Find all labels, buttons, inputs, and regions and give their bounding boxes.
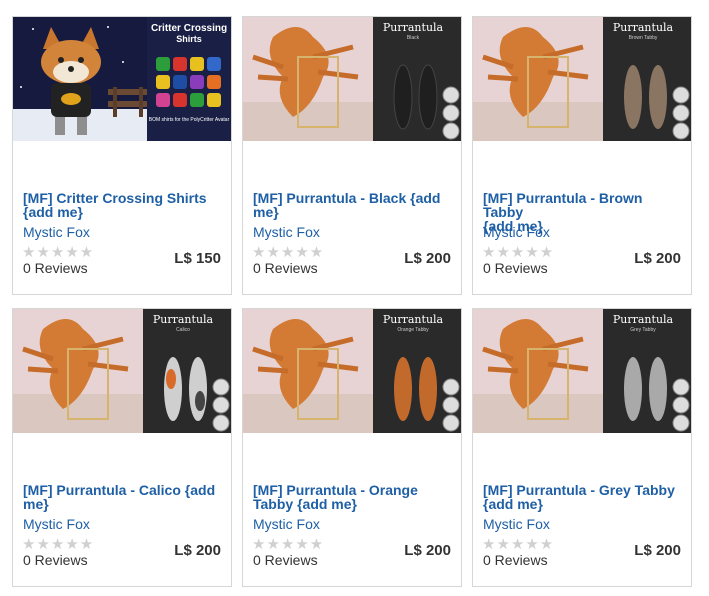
image-subtitle: Calico: [176, 327, 190, 333]
seller-link[interactable]: Mystic Fox: [253, 224, 320, 240]
image-title: Purrantula: [613, 21, 674, 34]
review-count: 0 Reviews: [23, 260, 88, 276]
image-title: Purrantula: [153, 313, 214, 326]
product-image[interactable]: Critter Crossing Shirts BOM shirts for t…: [13, 17, 231, 141]
rating-stars: ★★★★★: [22, 536, 95, 553]
product-image[interactable]: Purrantula Grey Tabby: [473, 309, 691, 433]
product-image[interactable]: Purrantula Black: [243, 17, 461, 141]
review-count: 0 Reviews: [483, 260, 548, 276]
review-count: 0 Reviews: [23, 552, 88, 568]
critter-crossing-art: Critter Crossing Shirts BOM shirts for t…: [13, 17, 231, 141]
product-card[interactable]: Purrantula Grey Tabby [MF] Purrantula - …: [472, 308, 692, 587]
image-title-2: Shirts: [176, 34, 202, 44]
seller-link[interactable]: Mystic Fox: [253, 516, 320, 532]
product-title[interactable]: [MF] Critter Crossing Shirts {add me}: [23, 191, 223, 219]
product-title[interactable]: [MF] Purrantula - Black {add me}: [253, 191, 453, 219]
price: L$ 200: [404, 250, 451, 267]
image-title: Purrantula: [613, 313, 674, 326]
product-card[interactable]: Purrantula Orange Tabby [MF] Purrantula …: [242, 308, 462, 587]
seller-link[interactable]: Mystic Fox: [23, 224, 90, 240]
seller-link[interactable]: Mystic Fox: [483, 224, 550, 240]
product-title[interactable]: [MF] Purrantula - Calico {add me}: [23, 483, 223, 511]
review-count: 0 Reviews: [253, 552, 318, 568]
image-note: BOM shirts for the PolyCritter Avatar: [149, 117, 230, 123]
purrantula-black-art: Purrantula Black: [243, 17, 461, 141]
image-subtitle: Black: [407, 35, 420, 41]
product-title[interactable]: [MF] Purrantula - Orange Tabby {add me}: [253, 483, 453, 511]
rating-stars: ★★★★★: [252, 536, 325, 553]
seller-link[interactable]: Mystic Fox: [483, 516, 550, 532]
product-image[interactable]: Purrantula Orange Tabby: [243, 309, 461, 433]
rating-stars: ★★★★★: [252, 244, 325, 261]
seller-link[interactable]: Mystic Fox: [23, 516, 90, 532]
product-card[interactable]: Purrantula Brown Tabby [MF] Purrantula -…: [472, 16, 692, 295]
price: L$ 150: [174, 250, 221, 267]
rating-stars: ★★★★★: [482, 244, 555, 261]
product-card[interactable]: Critter Crossing Shirts BOM shirts for t…: [12, 16, 232, 295]
price: L$ 200: [174, 542, 221, 559]
product-image[interactable]: Purrantula Brown Tabby: [473, 17, 691, 141]
purrantula-grey-art: Purrantula Grey Tabby: [473, 309, 691, 433]
product-card[interactable]: Purrantula Black [MF] Purrantula - Black…: [242, 16, 462, 295]
image-title: Critter Crossing: [151, 23, 227, 34]
product-image[interactable]: Purrantula Calico: [13, 309, 231, 433]
price: L$ 200: [634, 542, 681, 559]
product-title[interactable]: [MF] Purrantula - Grey Tabby {add me}: [483, 483, 683, 511]
rating-stars: ★★★★★: [482, 536, 555, 553]
review-count: 0 Reviews: [483, 552, 548, 568]
image-title: Purrantula: [383, 21, 444, 34]
rating-stars: ★★★★★: [22, 244, 95, 261]
image-subtitle: Orange Tabby: [397, 327, 429, 333]
image-subtitle: Brown Tabby: [629, 35, 658, 41]
purrantula-brown-art: Purrantula Brown Tabby: [473, 17, 691, 141]
image-subtitle: Grey Tabby: [630, 327, 656, 333]
purrantula-orange-art: Purrantula Orange Tabby: [243, 309, 461, 433]
price: L$ 200: [404, 542, 451, 559]
purrantula-calico-art: Purrantula Calico: [13, 309, 231, 433]
product-card[interactable]: Purrantula Calico [MF] Purrantula - Cali…: [12, 308, 232, 587]
review-count: 0 Reviews: [253, 260, 318, 276]
price: L$ 200: [634, 250, 681, 267]
image-title: Purrantula: [383, 313, 444, 326]
